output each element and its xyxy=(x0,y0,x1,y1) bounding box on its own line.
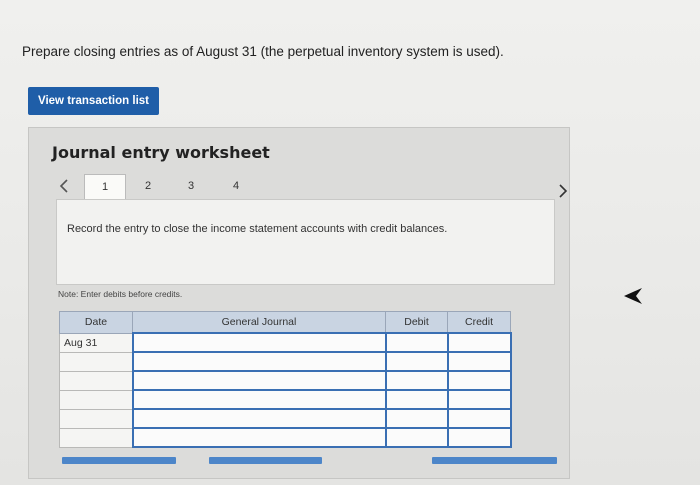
debit-input[interactable] xyxy=(384,427,449,448)
credit-input[interactable] xyxy=(446,427,512,448)
debit-header: Debit xyxy=(385,311,448,334)
date-cell[interactable] xyxy=(59,408,133,429)
account-input[interactable] xyxy=(131,427,387,448)
date-cell[interactable]: Aug 31 xyxy=(59,332,133,353)
tab-4[interactable]: 4 xyxy=(226,174,246,198)
date-cell[interactable] xyxy=(59,370,133,391)
clear-entry-button[interactable] xyxy=(209,457,322,464)
table-row: Aug 31 xyxy=(59,332,512,353)
debit-input[interactable] xyxy=(384,370,449,391)
credit-input[interactable] xyxy=(446,332,512,353)
debit-input[interactable] xyxy=(384,351,449,372)
record-entry-button[interactable] xyxy=(62,457,176,464)
general-journal-header: General Journal xyxy=(132,311,386,334)
table-row xyxy=(59,389,512,410)
date-cell[interactable] xyxy=(59,427,133,448)
credit-input[interactable] xyxy=(446,408,512,429)
credit-header: Credit xyxy=(447,311,511,334)
account-input[interactable] xyxy=(131,351,387,372)
entry-instruction-box xyxy=(56,199,555,285)
mouse-pointer-icon xyxy=(622,285,644,307)
debit-input[interactable] xyxy=(384,389,449,410)
account-input[interactable] xyxy=(131,389,387,410)
entry-instruction-text: Record the entry to close the income sta… xyxy=(67,223,448,235)
date-cell[interactable] xyxy=(59,389,133,410)
table-row xyxy=(59,408,512,429)
debit-input[interactable] xyxy=(384,332,449,353)
general-journal-table: Date General Journal Debit Credit Aug 31 xyxy=(59,311,512,448)
date-cell[interactable] xyxy=(59,351,133,372)
chevron-right-icon[interactable] xyxy=(553,178,573,204)
account-input[interactable] xyxy=(131,408,387,429)
journal-header-row: Date General Journal Debit Credit xyxy=(59,311,511,334)
table-row xyxy=(59,427,512,448)
date-header: Date xyxy=(59,311,133,334)
account-input[interactable] xyxy=(131,370,387,391)
chevron-left-icon[interactable] xyxy=(54,173,74,199)
table-row xyxy=(59,351,512,372)
credit-input[interactable] xyxy=(446,351,512,372)
view-transaction-list-button[interactable]: View transaction list xyxy=(28,87,159,115)
worksheet-title: Journal entry worksheet xyxy=(52,143,270,162)
instruction-text: Prepare closing entries as of August 31 … xyxy=(22,44,504,59)
credit-input[interactable] xyxy=(446,389,512,410)
table-row xyxy=(59,370,512,391)
tab-1[interactable]: 1 xyxy=(84,174,126,199)
tab-3[interactable]: 3 xyxy=(181,174,201,198)
tab-2[interactable]: 2 xyxy=(138,174,158,198)
note-text: Note: Enter debits before credits. xyxy=(58,289,183,299)
debit-input[interactable] xyxy=(384,408,449,429)
credit-input[interactable] xyxy=(446,370,512,391)
account-input[interactable] xyxy=(131,332,387,353)
view-general-journal-button[interactable] xyxy=(432,457,557,464)
